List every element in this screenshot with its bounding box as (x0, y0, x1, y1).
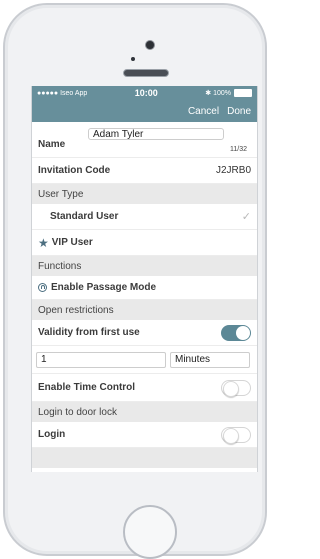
name-counter: 11/32 (230, 146, 247, 153)
validity-toggle[interactable] (221, 324, 251, 341)
star-icon: ★ (38, 235, 49, 250)
validity-unit-select[interactable]: Minutes (170, 351, 250, 368)
carrier-label: ●●●●● Iseo App (37, 89, 88, 97)
battery-status: ✱ 100% (205, 89, 252, 97)
toggle-knob (236, 325, 250, 340)
invitation-code-row: Invitation Code J2JRB0 (32, 158, 257, 184)
invitation-code-label: Invitation Code (38, 165, 111, 176)
status-time: 10:00 (134, 88, 158, 98)
status-bar: ●●●●● Iseo App 10:00 ✱ 100% (32, 86, 257, 100)
open-restrictions-header: Open restrictions (32, 300, 257, 320)
done-button[interactable]: Done (227, 106, 251, 117)
name-input[interactable]: Adam Tyler (88, 128, 224, 140)
validity-row: Validity from first use (32, 320, 257, 346)
vip-user-option[interactable]: ★ VIP User (32, 230, 257, 256)
cancel-button[interactable]: Cancel (188, 106, 219, 117)
validity-amount-input[interactable]: 1 (36, 351, 166, 368)
nav-bar: Cancel Done (32, 100, 257, 122)
login-header: Login to door lock (32, 402, 257, 422)
passage-mode-label: Enable Passage Mode (51, 282, 157, 293)
toggle-knob (223, 427, 239, 444)
invitation-code-value: J2JRB0 (215, 165, 251, 176)
vip-user-label: VIP User (51, 237, 93, 248)
battery-icon (234, 89, 252, 97)
time-control-toggle[interactable] (221, 379, 251, 397)
validity-label: Validity from first use (38, 327, 140, 338)
passage-mode-row[interactable]: Enable Passage Mode (32, 276, 257, 300)
lock-icon (38, 283, 47, 292)
battery-label: ✱ 100% (205, 90, 231, 97)
functions-header: Functions (32, 256, 257, 276)
checkmark-icon: ✓ (241, 211, 251, 223)
time-control-row: Enable Time Control (32, 374, 257, 402)
standard-user-option[interactable]: Standard User ✓ (32, 204, 257, 230)
app-screen: ●●●●● Iseo App 10:00 ✱ 100% Cancel Done … (31, 86, 258, 472)
earpiece-speaker (123, 69, 169, 77)
name-label: Name (38, 139, 66, 150)
validity-inputs: 1 Minutes (32, 346, 257, 374)
time-control-label: Enable Time Control (38, 382, 136, 393)
login-label: Login (38, 429, 66, 440)
login-toggle[interactable] (221, 426, 251, 444)
login-row: Login (32, 422, 257, 448)
name-row: Name Adam Tyler 11/32 (32, 122, 257, 158)
front-camera (145, 40, 155, 50)
user-type-header: User Type (32, 184, 257, 204)
toggle-knob (223, 380, 239, 397)
footer-section (32, 448, 257, 468)
proximity-sensor (131, 57, 135, 61)
home-button[interactable] (123, 505, 177, 559)
standard-user-label: Standard User (50, 211, 119, 222)
